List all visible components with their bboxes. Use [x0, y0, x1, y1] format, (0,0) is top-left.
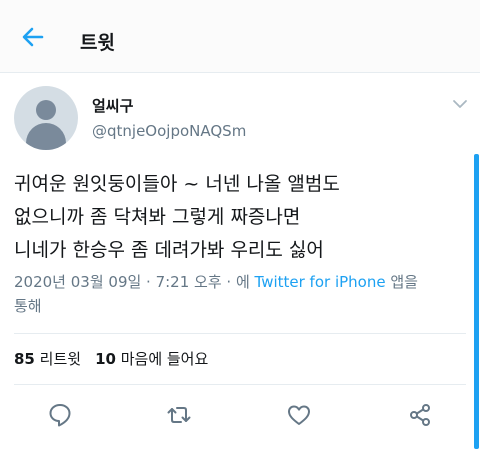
- retweets-label[interactable]: 리트윗: [40, 350, 81, 368]
- timestamp-line2: 통해: [14, 297, 42, 315]
- share-icon[interactable]: [407, 402, 433, 428]
- avatar-body-shape: [26, 123, 66, 150]
- user-handle[interactable]: @qtnjeOojpoNAQSm: [92, 122, 246, 140]
- divider: [14, 384, 466, 385]
- like-icon[interactable]: [286, 402, 312, 428]
- timestamp[interactable]: 2020년 03월 09일 · 7:21 오후 · 에: [14, 273, 255, 291]
- divider: [14, 333, 466, 334]
- display-name[interactable]: 얼씨구: [92, 95, 133, 116]
- tweet-text-line: 귀여운 원잇둥이들아 ~ 너넨 나올 앨범도: [14, 173, 340, 195]
- engagement-stats: 85 리트윗 10 마음에 들어요: [14, 348, 208, 369]
- timestamp-suffix: 앱을: [385, 273, 418, 291]
- back-arrow-icon[interactable]: [20, 24, 46, 50]
- action-bar: [0, 400, 480, 430]
- scrollbar[interactable]: [474, 154, 479, 449]
- top-bar: 트윗: [0, 0, 480, 73]
- tweet-text-line: 없으니까 좀 닥쳐봐 그렇게 짜증나면: [14, 206, 301, 228]
- likes-label[interactable]: 마음에 들어요: [121, 350, 209, 368]
- tweet-meta: 2020년 03월 09일 · 7:21 오후 · 에 Twitter for …: [14, 270, 469, 318]
- retweets-count[interactable]: 85: [14, 350, 35, 368]
- retweet-icon[interactable]: [166, 402, 192, 428]
- avatar[interactable]: [14, 86, 78, 150]
- likes-count[interactable]: 10: [95, 350, 116, 368]
- avatar-head-shape: [36, 100, 56, 120]
- source-link[interactable]: Twitter for iPhone: [255, 273, 386, 291]
- chevron-down-icon[interactable]: [450, 96, 470, 112]
- tweet-text: 귀여운 원잇둥이들아 ~ 너넨 나올 앨범도 없으니까 좀 닥쳐봐 그렇게 짜증…: [14, 168, 469, 267]
- tweet-text-line: 니네가 한승우 좀 데려가봐 우리도 싫어: [14, 239, 324, 261]
- page-title: 트윗: [80, 32, 115, 54]
- reply-icon[interactable]: [47, 402, 73, 428]
